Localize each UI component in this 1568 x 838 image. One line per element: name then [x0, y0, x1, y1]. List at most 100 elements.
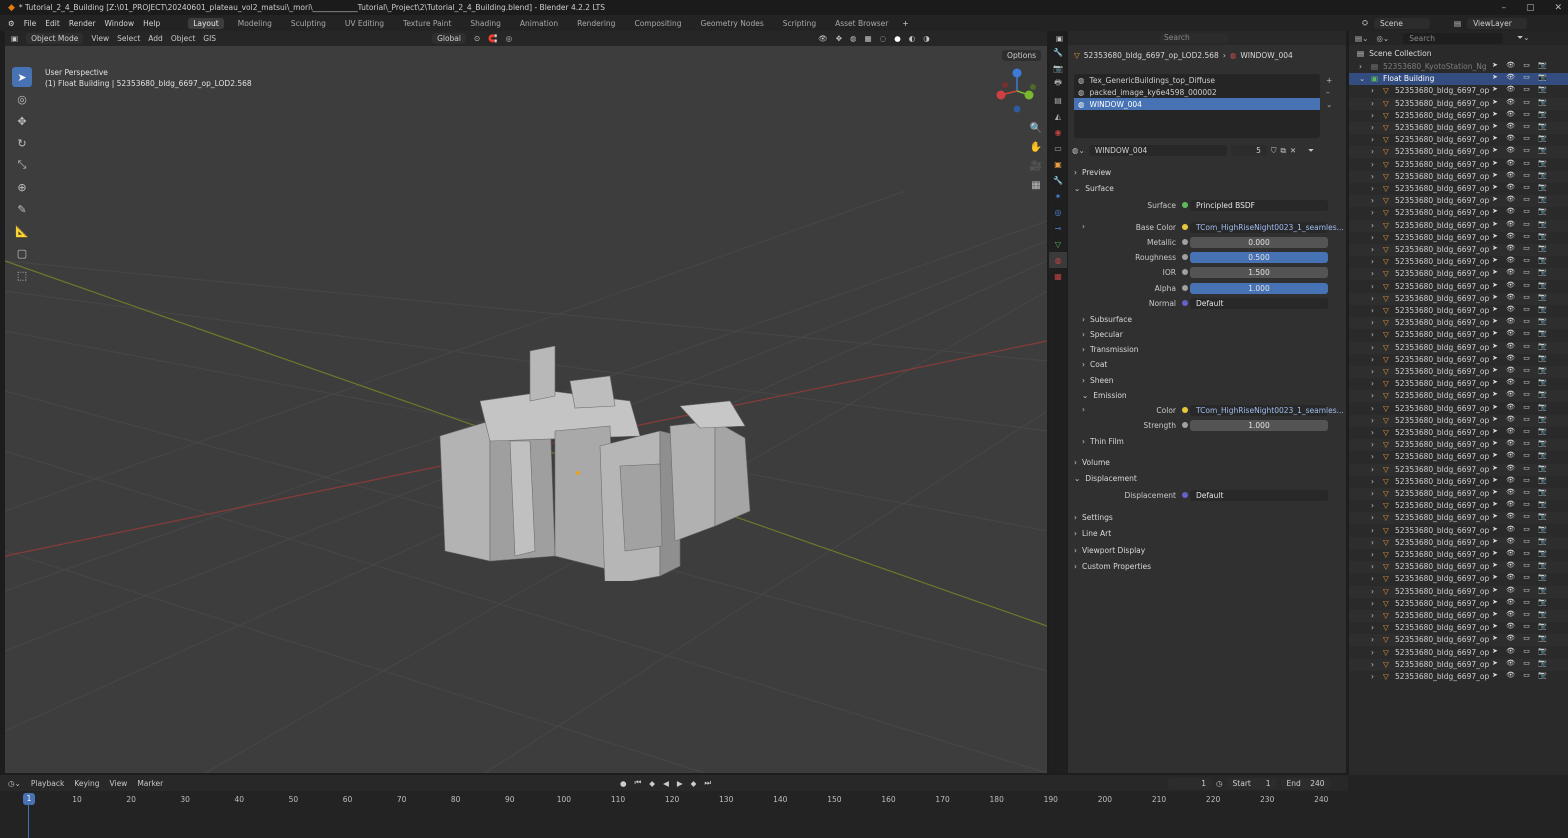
outliner-item[interactable]: › ▽ 52353680_bldg_6697_op ➤ 👁 ▭ 📷: [1349, 329, 1568, 341]
material-slot[interactable]: ◍ packed_image_ky6e4598_000002: [1074, 86, 1320, 98]
world-tab-icon[interactable]: ◉: [1049, 124, 1067, 140]
tab-compositing[interactable]: Compositing: [629, 18, 686, 29]
outliner-item[interactable]: › ▽ 52353680_bldg_6697_op ➤ 👁 ▭ 📷: [1349, 488, 1568, 500]
tab-geometry-nodes[interactable]: Geometry Nodes: [695, 18, 768, 29]
disclosure-chevron-icon[interactable]: ›: [1371, 587, 1374, 596]
xray-icon[interactable]: ▦: [865, 34, 872, 43]
outliner-item[interactable]: › ▽ 52353680_bldg_6697_op ➤ 👁 ▭ 📷: [1349, 622, 1568, 634]
play-reverse-icon[interactable]: ◀: [663, 779, 669, 788]
visibility-toggles-icon[interactable]: ➤ 👁 ▭ 📷: [1492, 378, 1550, 386]
ior-field[interactable]: 1.500: [1190, 267, 1328, 278]
outliner-item[interactable]: › ▽ 52353680_bldg_6697_op ➤ 👁 ▭ 📷: [1349, 268, 1568, 281]
timeline-menu-marker[interactable]: Marker: [137, 779, 163, 788]
visibility-toggles-icon[interactable]: ➤ 👁 ▭ 📷: [1492, 85, 1550, 93]
disclosure-chevron-icon[interactable]: ›: [1371, 257, 1374, 266]
visibility-toggles-icon[interactable]: ➤ 👁 ▭ 📷: [1492, 512, 1550, 520]
outliner-item[interactable]: › ▽ 52353680_bldg_6697_op ➤ 👁 ▭ 📷: [1349, 85, 1568, 97]
subpanel-emission[interactable]: ⌄ Emission: [1082, 388, 1348, 402]
disclosure-chevron-icon[interactable]: ›: [1371, 343, 1374, 352]
disclosure-chevron-icon[interactable]: ›: [1371, 489, 1374, 498]
outliner-item[interactable]: › ▽ 52353680_bldg_6697_op ➤ 👁 ▭ 📷: [1349, 219, 1568, 232]
playhead[interactable]: 1: [23, 793, 35, 805]
outliner-item[interactable]: › ▽ 52353680_bldg_6697_op ➤ 👁 ▭ 📷: [1349, 634, 1568, 647]
physics-tab-icon[interactable]: ◎: [1049, 204, 1067, 220]
section-preview[interactable]: › Preview: [1074, 165, 1340, 179]
collection-tab-icon[interactable]: ▭: [1049, 140, 1067, 156]
disclosure-chevron-icon[interactable]: ›: [1371, 86, 1374, 95]
disclosure-chevron-icon[interactable]: ›: [1371, 147, 1374, 156]
view-layer-tab-icon[interactable]: ▤: [1049, 92, 1067, 108]
emission-color-field[interactable]: TCom_HighRiseNight0023_1_seamles...: [1190, 405, 1344, 416]
section-settings[interactable]: › Settings: [1074, 510, 1340, 524]
visibility-toggles-icon[interactable]: ➤ 👁 ▭ 📷: [1492, 488, 1550, 496]
prev-keyframe-icon[interactable]: ◆: [649, 779, 655, 788]
visibility-toggles-icon[interactable]: ➤ 👁 ▭ 📷: [1492, 293, 1550, 301]
object-tab-icon[interactable]: ▣: [1049, 156, 1067, 172]
visibility-toggles-icon[interactable]: ➤ 👁 ▭ 📷: [1492, 427, 1550, 435]
outliner-item[interactable]: › ▽ 52353680_bldg_6697_op ➤ 👁 ▭ 📷: [1349, 647, 1568, 659]
scene-tab-icon[interactable]: ◭: [1049, 108, 1067, 124]
mode-selector[interactable]: Object Mode: [26, 33, 84, 44]
disclosure-chevron-icon[interactable]: ›: [1371, 282, 1374, 291]
material-name-field[interactable]: WINDOW_004: [1088, 145, 1227, 156]
outliner-item[interactable]: › ▽ 52353680_bldg_6697_op ➤ 👁 ▭ 📷: [1349, 305, 1568, 317]
constraints-tab-icon[interactable]: ⊸: [1049, 220, 1067, 236]
visibility-toggles-icon[interactable]: ➤ 👁 ▭ 📷: [1492, 146, 1550, 154]
timeline-menu-keying[interactable]: Keying: [74, 779, 99, 788]
visibility-toggles-icon[interactable]: ➤ 👁 ▭ 📷: [1492, 195, 1550, 203]
chevron-right-icon[interactable]: ›: [1082, 222, 1085, 231]
disclosure-chevron-icon[interactable]: ›: [1371, 477, 1374, 486]
disclosure-chevron-icon[interactable]: ›: [1371, 465, 1374, 474]
disclosure-chevron-icon[interactable]: ›: [1371, 111, 1374, 120]
outliner-item[interactable]: › ▽ 52353680_bldg_6697_op ➤ 👁 ▭ 📷: [1349, 244, 1568, 256]
shading-wireframe-icon[interactable]: ◌: [880, 34, 887, 43]
disclosure-chevron-icon[interactable]: ›: [1371, 562, 1374, 571]
material-slot-selected[interactable]: ◍ WINDOW_004: [1074, 98, 1320, 110]
timeline-ruler[interactable]: 10 20 30 40 50 60 70 80 90 100 110 120 130 140 150 160 1…: [0, 793, 1340, 805]
auto-key-icon[interactable]: ●: [620, 779, 627, 788]
disclosure-chevron-icon[interactable]: ›: [1371, 269, 1374, 278]
disclosure-chevron-icon[interactable]: ›: [1371, 623, 1374, 632]
disclosure-chevron-icon[interactable]: ›: [1371, 672, 1374, 681]
blender-menu-icon[interactable]: ⚙: [8, 19, 15, 28]
proportional-edit-icon[interactable]: ◎: [506, 34, 513, 43]
visibility-toggles-icon[interactable]: ➤ 👁 ▭ 📷: [1492, 317, 1550, 325]
annotate-tool-icon[interactable]: ✎: [12, 199, 32, 219]
current-frame-field[interactable]: 1: [1168, 778, 1212, 789]
visibility-toggles-icon[interactable]: ➤ 👁 ▭ 📷: [1492, 476, 1550, 484]
visibility-toggles-icon[interactable]: ➤ 👁 ▭ 📷: [1492, 647, 1550, 655]
outliner-item[interactable]: › ▽ 52353680_bldg_6697_op ➤ 👁 ▭ 📷: [1349, 317, 1568, 330]
outliner-item[interactable]: › ▤ 52353680_KyotoStation_Ng ➤ 👁 ▭ 📷: [1349, 61, 1568, 73]
properties-search[interactable]: Search: [1160, 33, 1228, 43]
visibility-toggles-icon[interactable]: ➤ 👁 ▭ 📷: [1492, 525, 1550, 533]
properties-editor-type-icon[interactable]: ▣: [1056, 34, 1063, 43]
tab-modeling[interactable]: Modeling: [233, 18, 277, 29]
transform-tool-icon[interactable]: ⊕: [12, 177, 32, 197]
outliner-item[interactable]: › ▽ 52353680_bldg_6697_op ➤ 👁 ▭ 📷: [1349, 573, 1568, 585]
outliner-item[interactable]: › ▽ 52353680_bldg_6697_op ➤ 👁 ▭ 📷: [1349, 146, 1568, 159]
displacement-field[interactable]: Default: [1190, 490, 1328, 501]
building-mesh[interactable]: [430, 346, 765, 581]
outliner-item[interactable]: › ▽ 52353680_bldg_6697_op ➤ 👁 ▭ 📷: [1349, 183, 1568, 195]
disclosure-chevron-icon[interactable]: ›: [1371, 635, 1374, 644]
disclosure-chevron-icon[interactable]: ›: [1371, 196, 1374, 205]
emission-strength-field[interactable]: 1.000: [1190, 420, 1328, 431]
disclosure-chevron-icon[interactable]: ›: [1371, 452, 1374, 461]
roughness-field[interactable]: 0.500: [1190, 252, 1328, 263]
shading-rendered-icon[interactable]: ◑: [923, 34, 930, 43]
visibility-toggles-icon[interactable]: ➤ 👁 ▭ 📷: [1492, 207, 1550, 215]
surface-shader-field[interactable]: Principled BSDF: [1190, 200, 1328, 211]
disclosure-chevron-icon[interactable]: ›: [1371, 306, 1374, 315]
visibility-toggles-icon[interactable]: ➤ 👁 ▭ 📷: [1492, 171, 1550, 179]
viewport-menu-select[interactable]: Select: [117, 34, 140, 43]
disclosure-chevron-icon[interactable]: ›: [1371, 208, 1374, 217]
normal-field[interactable]: Default: [1190, 298, 1328, 309]
measure-tool-icon[interactable]: 📐: [12, 221, 32, 241]
rotate-tool-icon[interactable]: ↻: [12, 133, 32, 153]
snap-icon[interactable]: 🧲: [488, 34, 497, 43]
disclosure-chevron-icon[interactable]: ›: [1359, 62, 1362, 71]
section-volume[interactable]: › Volume: [1074, 455, 1340, 469]
scale-tool-icon[interactable]: ⤡: [12, 155, 32, 175]
navigation-gizmo[interactable]: [995, 67, 1040, 115]
outliner-item[interactable]: › ▽ 52353680_bldg_6697_op ➤ 👁 ▭ 📷: [1349, 500, 1568, 512]
